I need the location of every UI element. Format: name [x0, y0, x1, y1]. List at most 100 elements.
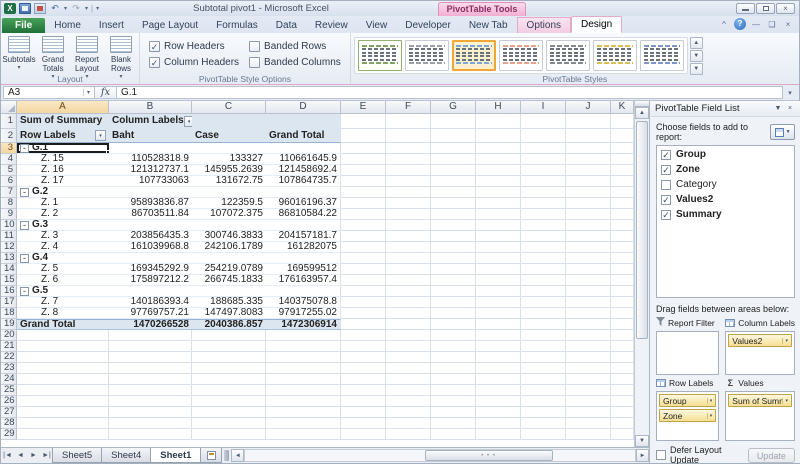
- cell-header-grand-total[interactable]: Grand Total: [266, 129, 341, 143]
- cell-blank[interactable]: [192, 253, 266, 264]
- close-button[interactable]: ×: [776, 3, 795, 14]
- insert-worksheet-tab[interactable]: [200, 448, 222, 463]
- pill-dropdown-icon[interactable]: ▾: [707, 398, 713, 404]
- cell-empty[interactable]: [521, 308, 566, 319]
- cell-empty[interactable]: [611, 396, 634, 407]
- cell-value[interactable]: 107733063: [109, 176, 192, 187]
- cell-empty[interactable]: [476, 154, 521, 165]
- cell-item-z-16[interactable]: Z. 16: [17, 165, 109, 176]
- cell-empty[interactable]: [386, 129, 431, 143]
- cell-empty[interactable]: [341, 407, 386, 418]
- cell-empty[interactable]: [431, 187, 476, 198]
- row-header-23[interactable]: 23: [1, 363, 17, 374]
- cell-empty[interactable]: [17, 374, 109, 385]
- cell-empty[interactable]: [611, 407, 634, 418]
- cell-empty[interactable]: [611, 220, 634, 231]
- column-header-K[interactable]: K: [611, 101, 634, 114]
- pane-layout-button[interactable]: ▼: [770, 124, 795, 140]
- spreadsheet-grid[interactable]: ABCDEFGHIJK1Sum of SummaryColumn Labels▾…: [1, 101, 634, 447]
- row-header-1[interactable]: 1: [1, 114, 17, 129]
- prev-sheet-icon[interactable]: ◄: [14, 448, 27, 463]
- cell-empty[interactable]: [386, 352, 431, 363]
- cell-empty[interactable]: [109, 330, 192, 341]
- cell-value[interactable]: 133327: [192, 154, 266, 165]
- cell-empty[interactable]: [521, 286, 566, 297]
- cell-empty[interactable]: [386, 231, 431, 242]
- cell-empty[interactable]: [566, 264, 611, 275]
- cell-empty[interactable]: [611, 341, 634, 352]
- cell-empty[interactable]: [566, 114, 611, 129]
- cell-empty[interactable]: [431, 231, 476, 242]
- row-header-26[interactable]: 26: [1, 396, 17, 407]
- cell-empty[interactable]: [476, 418, 521, 429]
- cell-empty[interactable]: [109, 363, 192, 374]
- cell-empty[interactable]: [521, 418, 566, 429]
- cell-empty[interactable]: [431, 319, 476, 330]
- cell-empty[interactable]: [476, 374, 521, 385]
- cell-value[interactable]: 95893836.87: [109, 198, 192, 209]
- cell-group-g-5[interactable]: -G.5: [17, 286, 109, 297]
- cell-empty[interactable]: [476, 275, 521, 286]
- first-sheet-icon[interactable]: |◄: [1, 448, 14, 463]
- tab-formulas[interactable]: Formulas: [207, 18, 267, 33]
- cell-empty[interactable]: [341, 429, 386, 440]
- cell-empty[interactable]: [521, 297, 566, 308]
- cell-empty[interactable]: [431, 176, 476, 187]
- cell-empty[interactable]: [611, 385, 634, 396]
- cell-empty[interactable]: [521, 176, 566, 187]
- cell-empty[interactable]: [386, 418, 431, 429]
- cell-empty[interactable]: [341, 143, 386, 154]
- cell-empty[interactable]: [266, 374, 341, 385]
- cell-row-labels[interactable]: Row Labels▾: [17, 129, 109, 143]
- field-group[interactable]: ✓Group: [661, 149, 790, 160]
- field-checkbox-icon[interactable]: ✓: [661, 165, 671, 175]
- gallery-up-icon[interactable]: ▲: [690, 37, 703, 49]
- cell-item-z-4[interactable]: Z. 4: [17, 242, 109, 253]
- cell-empty[interactable]: [521, 429, 566, 440]
- cell-empty[interactable]: [611, 286, 634, 297]
- checkbox-icon[interactable]: [249, 41, 260, 52]
- cell-empty[interactable]: [431, 264, 476, 275]
- cell-value[interactable]: 300746.3833: [192, 231, 266, 242]
- cell-blank[interactable]: [192, 187, 266, 198]
- row-header-5[interactable]: 5: [1, 165, 17, 176]
- cell-value[interactable]: 161039968.8: [109, 242, 192, 253]
- cell-empty[interactable]: [611, 198, 634, 209]
- cell-value[interactable]: 110528318.9: [109, 154, 192, 165]
- column-header-I[interactable]: I: [521, 101, 566, 114]
- cell-grand-total[interactable]: Grand Total: [17, 319, 109, 330]
- update-button[interactable]: Update: [748, 448, 795, 463]
- cell-empty[interactable]: [566, 154, 611, 165]
- tab-view[interactable]: View: [357, 18, 397, 33]
- cell-blank[interactable]: [266, 286, 341, 297]
- cell-empty[interactable]: [192, 330, 266, 341]
- row-header-20[interactable]: 20: [1, 330, 17, 341]
- pivot-style-light-green[interactable]: [358, 40, 402, 71]
- restore-button[interactable]: [756, 3, 775, 14]
- cell-empty[interactable]: [386, 264, 431, 275]
- formula-input[interactable]: G.1: [117, 86, 783, 99]
- tab-file[interactable]: File: [2, 18, 45, 33]
- cell-empty[interactable]: [386, 198, 431, 209]
- cell-value[interactable]: 254219.0789: [192, 264, 266, 275]
- cell-empty[interactable]: [386, 374, 431, 385]
- name-box[interactable]: A3 ▾: [3, 86, 95, 99]
- cell-value[interactable]: 203856435.3: [109, 231, 192, 242]
- undo-icon[interactable]: ↶: [49, 3, 61, 14]
- cell-empty[interactable]: [611, 319, 634, 330]
- pivot-style-light-dark-gray[interactable]: [546, 40, 590, 71]
- collapse-ribbon-icon[interactable]: ^: [718, 19, 730, 30]
- redo-dropdown-icon[interactable]: ▾: [85, 5, 88, 12]
- cell-empty[interactable]: [521, 253, 566, 264]
- cell-empty[interactable]: [566, 308, 611, 319]
- cell-empty[interactable]: [521, 198, 566, 209]
- column-header-G[interactable]: G: [431, 101, 476, 114]
- cell-value[interactable]: 266745.1833: [192, 275, 266, 286]
- row-header-21[interactable]: 21: [1, 341, 17, 352]
- select-all-corner[interactable]: [1, 101, 17, 114]
- field-pill-zone[interactable]: Zone▾: [659, 409, 716, 422]
- cell-value[interactable]: 161282075: [266, 242, 341, 253]
- cell-empty[interactable]: [611, 253, 634, 264]
- cell-empty[interactable]: [341, 129, 386, 143]
- cell-empty[interactable]: [566, 198, 611, 209]
